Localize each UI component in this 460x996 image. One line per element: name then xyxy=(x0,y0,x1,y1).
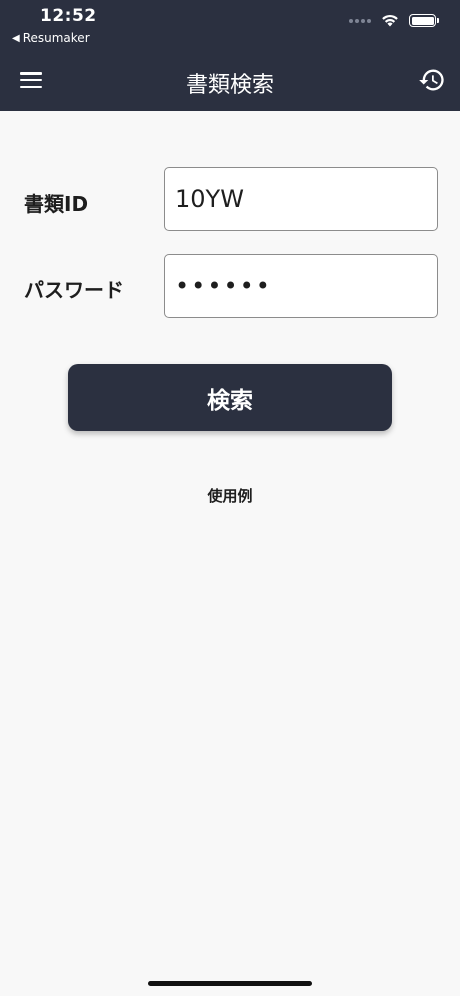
back-to-app-button[interactable]: ◀ Resumaker xyxy=(12,31,90,45)
status-time: 12:52 xyxy=(40,6,97,26)
doc-id-input[interactable] xyxy=(164,167,438,231)
page-title: 書類検索 xyxy=(185,73,274,98)
search-button[interactable]: 検索 xyxy=(68,364,392,431)
cellular-signal-icon xyxy=(349,18,371,23)
password-label: パスワード xyxy=(24,278,124,302)
app-root: 12:52 ◀ Resumaker 書類検索 書類ID 10YW パスワード •… xyxy=(0,0,460,996)
battery-icon xyxy=(409,14,439,27)
back-app-label: Resumaker xyxy=(22,31,90,45)
back-triangle-icon: ◀ xyxy=(12,32,20,44)
wifi-icon xyxy=(382,14,398,27)
history-icon[interactable] xyxy=(418,66,446,94)
home-indicator[interactable] xyxy=(148,981,312,986)
doc-id-label: 書類ID xyxy=(24,192,89,216)
status-indicators xyxy=(349,14,439,27)
usage-example-link[interactable]: 使用例 xyxy=(0,485,460,506)
header: 12:52 ◀ Resumaker 書類検索 xyxy=(0,0,460,111)
password-input[interactable] xyxy=(164,254,438,318)
